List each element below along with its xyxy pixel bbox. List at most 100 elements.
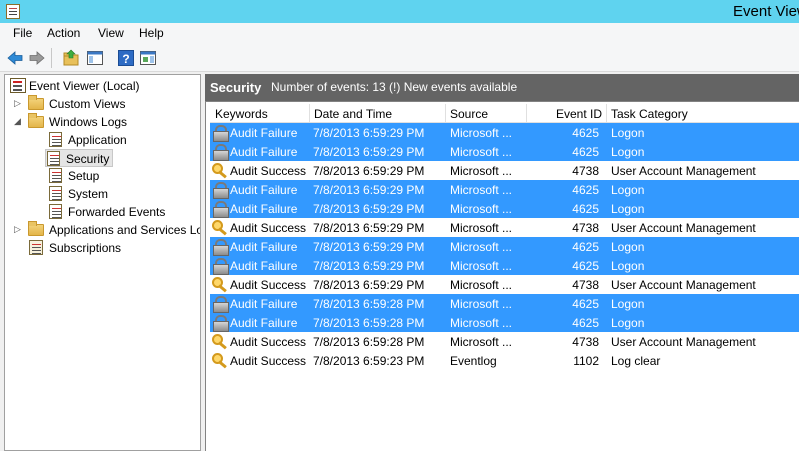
column-divider[interactable] [606,104,607,123]
table-row[interactable]: Audit Success 7/8/2013 6:59:23 PM Eventlog… [210,351,799,370]
cell-task-category: Logon [611,202,645,216]
cell-keyword: Audit Failure [230,145,298,159]
cell-date-time: 7/8/2013 6:59:29 PM [313,183,425,197]
menu-view[interactable]: View [98,26,124,40]
show-hide-console-tree-icon[interactable] [86,49,104,67]
cell-keyword: Audit Failure [230,297,298,311]
event-viewer-app-icon[interactable] [6,4,20,19]
tree-label: System [68,187,109,201]
column-divider[interactable] [445,104,446,123]
tree-item-applications-and-services[interactable]: ▷ Applications and Services Lo [7,221,201,239]
column-event-id[interactable]: Event ID [556,107,602,121]
cell-task-category: Logon [611,126,645,140]
cell-keyword: Audit Success [230,278,307,292]
cell-event-id: 4625 [572,259,599,273]
lock-icon [212,200,229,218]
column-date-time[interactable]: Date and Time [314,107,392,121]
log-icon [49,204,62,219]
table-row[interactable]: Audit Failure 7/8/2013 6:59:29 PM Microsof… [210,142,799,161]
cell-keyword: Audit Success [230,221,307,235]
expand-arrow-icon[interactable]: ▷ [14,224,22,234]
svg-text:?: ? [122,52,129,66]
forward-arrow-icon[interactable] [28,49,46,67]
cell-date-time: 7/8/2013 6:59:29 PM [313,145,425,159]
tree-item-windows-logs[interactable]: ◢ Windows Logs [7,113,197,131]
cell-task-category: Logon [611,183,645,197]
column-divider[interactable] [526,104,527,123]
cell-task-category: Logon [611,240,645,254]
table-row[interactable]: Audit Failure 7/8/2013 6:59:29 PM Microsof… [210,123,799,142]
results-pane: Security Number of events: 13 (!) New ev… [205,74,799,451]
column-divider[interactable] [309,104,310,123]
cell-task-category: User Account Management [611,335,756,349]
collapse-arrow-icon[interactable]: ◢ [14,116,22,126]
tree-item-setup[interactable]: Setup [7,167,197,185]
cell-date-time: 7/8/2013 6:59:29 PM [313,221,425,235]
cell-date-time: 7/8/2013 6:59:23 PM [313,354,425,368]
events-grid: Keywords Date and Time Source Event ID T… [205,101,799,451]
log-icon [49,168,62,183]
console-tree: Event Viewer (Local) ▷ Custom Views ◢ Wi… [4,74,201,451]
cell-keyword: Audit Failure [230,126,298,140]
title-bar: Event View [0,0,799,23]
table-row[interactable]: Audit Failure 7/8/2013 6:59:29 PM Microsof… [210,199,799,218]
tree-label: Windows Logs [49,115,128,129]
lock-icon [212,181,229,199]
cell-task-category: Logon [611,297,645,311]
table-row[interactable]: Audit Failure 7/8/2013 6:59:28 PM Microsof… [210,313,799,332]
cell-date-time: 7/8/2013 6:59:29 PM [313,259,425,273]
help-icon[interactable]: ? [117,49,135,67]
cell-date-time: 7/8/2013 6:59:28 PM [313,297,425,311]
tree-item-security[interactable]: Security [45,149,113,167]
subscriptions-icon [29,240,43,255]
cell-source: Microsoft ... [450,240,513,254]
table-row[interactable]: Audit Failure 7/8/2013 6:59:29 PM Microsof… [210,237,799,256]
cell-keyword: Audit Success [230,164,307,178]
cell-keyword: Audit Failure [230,183,298,197]
tree-label: Applications and Services Lo [49,223,201,237]
tree-item-application[interactable]: Application [7,131,197,149]
cell-task-category: Logon [611,145,645,159]
tree-item-custom-views[interactable]: ▷ Custom Views [7,95,197,113]
table-row[interactable]: Audit Failure 7/8/2013 6:59:29 PM Microsof… [210,180,799,199]
menu-help[interactable]: Help [139,26,164,40]
folder-icon [28,95,44,110]
cell-date-time: 7/8/2013 6:59:29 PM [313,278,425,292]
column-keywords[interactable]: Keywords [215,107,268,121]
menu-file[interactable]: File [13,26,32,40]
event-viewer-icon [10,78,26,93]
table-row[interactable]: Audit Failure 7/8/2013 6:59:29 PM Microsof… [210,256,799,275]
cell-event-id: 4625 [572,145,599,159]
log-icon [49,186,62,201]
cell-event-id: 4625 [572,202,599,216]
tree-item-forwarded-events[interactable]: Forwarded Events [7,203,197,221]
table-row[interactable]: Audit Success 7/8/2013 6:59:29 PM Microsof… [210,275,799,294]
grid-column-header: Keywords Date and Time Source Event ID T… [210,104,799,123]
table-row[interactable]: Audit Success 7/8/2013 6:59:29 PM Microsof… [210,218,799,237]
log-icon [49,132,62,147]
table-row[interactable]: Audit Success 7/8/2013 6:59:28 PM Microsof… [210,332,799,351]
column-task-category[interactable]: Task Category [611,107,688,121]
cell-date-time: 7/8/2013 6:59:29 PM [313,126,425,140]
event-count[interactable]: Number of events: 13 (!) New events avai… [271,80,517,94]
back-arrow-icon[interactable] [6,49,24,67]
up-folder-icon[interactable] [62,49,80,67]
menu-action[interactable]: Action [47,26,80,40]
cell-event-id: 4625 [572,183,599,197]
tree-item-event-viewer-local[interactable]: Event Viewer (Local) [7,77,197,95]
lock-icon [212,295,229,313]
column-source[interactable]: Source [450,107,488,121]
cell-event-id: 4738 [572,221,599,235]
expand-arrow-icon[interactable]: ▷ [14,98,22,108]
show-hide-action-pane-icon[interactable] [139,49,157,67]
cell-event-id: 4738 [572,278,599,292]
tree-item-system[interactable]: System [7,185,197,203]
cell-source: Microsoft ... [450,278,513,292]
cell-keyword: Audit Success [230,354,307,368]
table-row[interactable]: Audit Success 7/8/2013 6:59:29 PM Microsof… [210,161,799,180]
table-row[interactable]: Audit Failure 7/8/2013 6:59:28 PM Microsof… [210,294,799,313]
cell-date-time: 7/8/2013 6:59:29 PM [313,202,425,216]
cell-keyword: Audit Failure [230,259,298,273]
cell-source: Microsoft ... [450,126,513,140]
tree-item-subscriptions[interactable]: Subscriptions [7,239,197,257]
